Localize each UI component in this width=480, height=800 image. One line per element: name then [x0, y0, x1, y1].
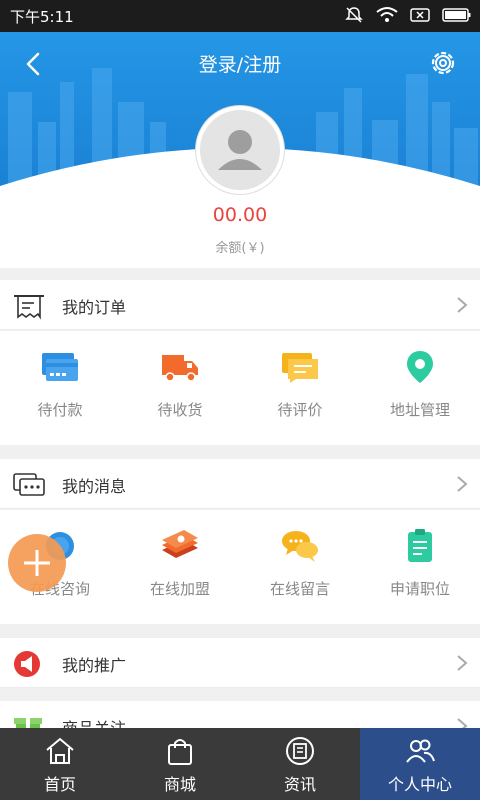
truck-icon — [162, 355, 198, 382]
pending-payment-label: 待付款 — [37, 401, 83, 419]
status-time: 下午5:11 — [10, 8, 74, 26]
chevron-right-icon — [457, 476, 468, 492]
home-icon — [46, 737, 74, 764]
address-management-label: 地址管理 — [389, 401, 450, 419]
pending-payment-item[interactable]: 待付款 — [0, 331, 120, 445]
tab-news[interactable]: 资讯 — [240, 728, 360, 800]
my-messages-label: 我的消息 — [62, 477, 127, 496]
pending-delivery-item[interactable]: 待收货 — [120, 331, 240, 445]
messages-grid: 在线咨询 在线加盟 在线留言 申请职位 — [0, 510, 480, 624]
pending-review-item[interactable]: 待评价 — [240, 331, 360, 445]
comment-icon — [282, 353, 318, 383]
balance-amount: 00.00 — [212, 204, 268, 226]
people-icon — [406, 739, 435, 763]
receipt-icon — [14, 295, 44, 320]
orders-grid: 待付款 待收货 待评价 地址管理 — [0, 331, 480, 445]
tab-news-label: 资讯 — [283, 775, 316, 794]
tab-mall-label: 商城 — [163, 775, 196, 794]
floating-add-button[interactable] — [8, 534, 66, 592]
user-silhouette-icon — [218, 130, 262, 170]
card-icon — [42, 353, 78, 381]
sim-icon — [410, 8, 430, 22]
chat-bubbles-icon — [282, 531, 318, 562]
tab-personal-center-label: 个人中心 — [387, 775, 452, 794]
balance-label: 余额(￥) — [215, 241, 265, 256]
bottom-tab-bar: 首页 商城 资讯 个人中心 — [0, 728, 480, 800]
money-stack-icon — [162, 530, 198, 558]
gear-icon — [431, 51, 455, 75]
tab-home[interactable]: 首页 — [0, 728, 120, 800]
clipboard-icon — [408, 529, 432, 562]
mute-icon — [345, 7, 363, 23]
online-franchise-label: 在线加盟 — [149, 580, 210, 598]
my-promotion-row[interactable]: 我的推广 — [0, 638, 480, 688]
my-orders-row[interactable]: 我的订单 — [0, 280, 480, 330]
pending-delivery-label: 待收货 — [157, 401, 203, 419]
my-orders-label: 我的订单 — [62, 298, 127, 317]
profile-header: 登录/注册 00.00 余额(￥) — [0, 32, 480, 268]
settings-button[interactable] — [426, 46, 460, 80]
plus-icon — [24, 550, 50, 576]
megaphone-icon — [14, 651, 40, 677]
my-promotion-label: 我的推广 — [62, 656, 127, 675]
avatar[interactable] — [196, 106, 284, 194]
apply-job-item[interactable]: 申请职位 — [360, 510, 480, 624]
wifi-icon — [376, 7, 398, 22]
tab-home-label: 首页 — [43, 775, 76, 794]
tab-personal-center[interactable]: 个人中心 — [360, 728, 480, 800]
address-management-item[interactable]: 地址管理 — [360, 331, 480, 445]
login-register-title[interactable]: 登录/注册 — [0, 50, 480, 77]
pending-review-label: 待评价 — [277, 401, 323, 419]
news-icon — [286, 737, 314, 765]
my-messages-row[interactable]: 我的消息 — [0, 459, 480, 509]
chevron-right-icon — [457, 297, 468, 313]
location-pin-icon — [407, 351, 433, 383]
apply-job-label: 申请职位 — [389, 580, 450, 598]
tab-mall[interactable]: 商城 — [120, 728, 240, 800]
chevron-right-icon — [457, 655, 468, 671]
online-franchise-item[interactable]: 在线加盟 — [120, 510, 240, 624]
online-message-label: 在线留言 — [269, 580, 330, 598]
message-icon — [13, 473, 45, 496]
battery-icon — [442, 8, 471, 22]
online-message-item[interactable]: 在线留言 — [240, 510, 360, 624]
shopping-bag-icon — [168, 739, 192, 765]
status-bar: 下午5:11 — [0, 0, 480, 32]
